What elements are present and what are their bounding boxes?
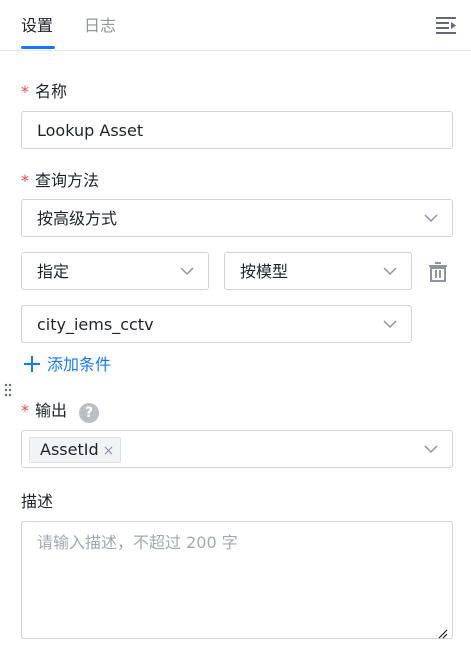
tab-settings[interactable]: 设置 xyxy=(21,16,53,36)
help-icon[interactable]: ? xyxy=(79,403,100,423)
output-label: * 输出? xyxy=(21,401,100,423)
tab-log[interactable]: 日志 xyxy=(84,16,116,36)
condition-mode-value: 按模型 xyxy=(240,262,289,281)
description-textarea[interactable]: 请输入描述，不超过 200 字 xyxy=(21,521,453,639)
collapse-menu-icon[interactable] xyxy=(435,14,457,36)
description-label: 描述 xyxy=(21,492,54,511)
output-select[interactable]: AssetId × xyxy=(21,430,453,468)
condition-target-select[interactable]: city_iems_cctv xyxy=(21,305,412,343)
required-mark: * xyxy=(21,401,29,420)
tab-bar: 设置 日志 xyxy=(0,0,471,51)
query-method-select[interactable]: 按高级方式 xyxy=(21,199,453,237)
chevron-down-icon xyxy=(382,263,398,279)
chevron-down-icon xyxy=(423,441,439,457)
chevron-down-icon xyxy=(179,263,195,279)
resize-handle-icon[interactable] xyxy=(438,624,448,639)
condition-target-value: city_iems_cctv xyxy=(37,315,154,334)
condition-type-value: 指定 xyxy=(37,262,70,281)
name-label: * 名称 xyxy=(21,82,67,102)
description-placeholder: 请输入描述，不超过 200 字 xyxy=(37,533,238,552)
tag-remove-icon[interactable]: × xyxy=(103,439,115,463)
active-tab-indicator xyxy=(21,46,55,49)
output-label-text: 输出 xyxy=(35,401,68,420)
query-method-label: * 查询方法 xyxy=(21,171,99,191)
chevron-down-icon xyxy=(423,210,439,226)
name-input-value: Lookup Asset xyxy=(37,121,144,140)
add-condition-label: 添加条件 xyxy=(47,355,112,374)
output-tag: AssetId × xyxy=(29,437,122,463)
required-mark: * xyxy=(21,82,29,101)
chevron-down-icon xyxy=(382,316,398,332)
condition-type-select[interactable]: 指定 xyxy=(21,252,209,290)
add-condition-button[interactable]: 添加条件 xyxy=(23,354,111,376)
name-input[interactable]: Lookup Asset xyxy=(21,111,453,149)
query-method-label-text: 查询方法 xyxy=(35,171,100,190)
output-tag-label: AssetId xyxy=(40,440,99,459)
name-label-text: 名称 xyxy=(35,82,68,101)
query-method-value: 按高级方式 xyxy=(37,209,118,228)
drag-handle-icon[interactable] xyxy=(4,382,12,397)
delete-icon[interactable] xyxy=(427,261,449,283)
plus-icon xyxy=(23,355,41,373)
required-mark: * xyxy=(21,171,29,190)
condition-mode-select[interactable]: 按模型 xyxy=(224,252,412,290)
